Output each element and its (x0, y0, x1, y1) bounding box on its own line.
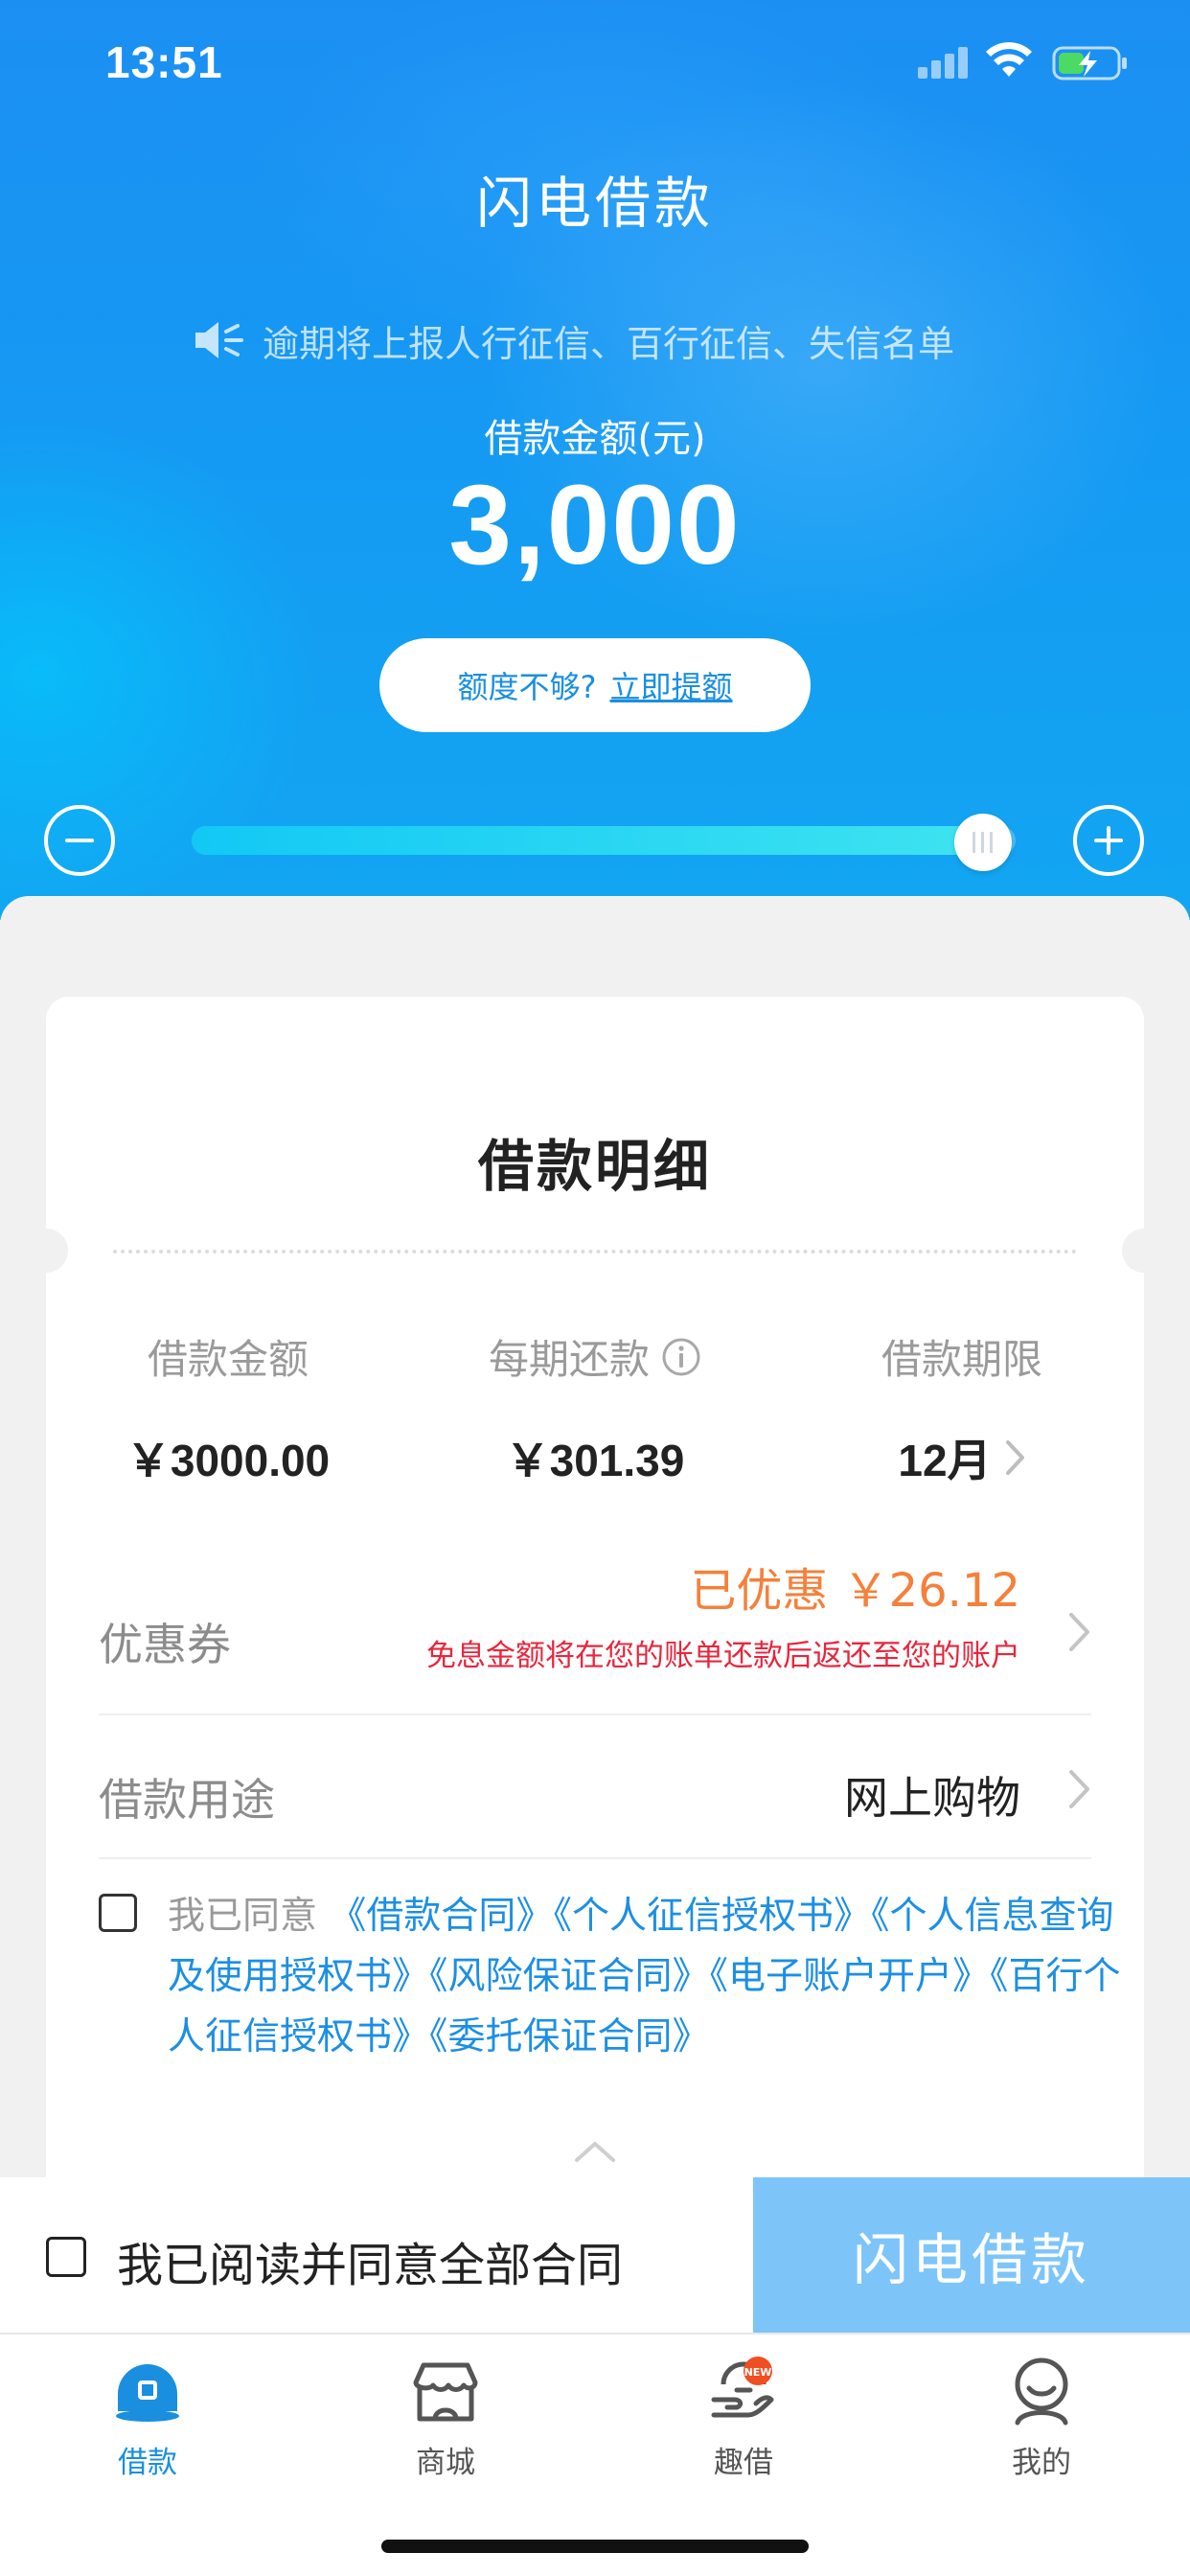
info-icon[interactable] (661, 1337, 701, 1377)
chevron-right-icon (1069, 1613, 1089, 1651)
dotted-divider (113, 1250, 1077, 1254)
ticket-notch-right (1122, 1229, 1166, 1273)
stat-installment: 每期还款 ￥301.39 (432, 1327, 758, 1489)
increase-amount-button[interactable] (1073, 805, 1144, 876)
stat-label: 借款期限 (881, 1336, 1042, 1383)
fun-borrow-icon: NEW (711, 2357, 774, 2418)
coupon-amount: 已优惠 ￥26.12 (690, 1564, 1020, 1618)
status-bar: 13:51 (0, 0, 1190, 126)
contract-link[interactable]: 《借款合同》 (329, 1895, 553, 1938)
contract-link[interactable]: 《风险保证合同》 (429, 1955, 710, 1998)
stat-label: 借款金额 (147, 1336, 309, 1383)
stat-value: ￥301.39 (505, 1436, 685, 1485)
slider-fill (192, 826, 983, 855)
amount-slider[interactable] (192, 826, 1016, 855)
wifi-icon (986, 42, 1032, 77)
tab-label: 我的 (1012, 2446, 1071, 2480)
coupon-note: 免息金额将在您的账单还款后返还至您的账户 (426, 1639, 1020, 1673)
profile-icon (1015, 2358, 1068, 2426)
agreement-checkbox[interactable] (99, 1894, 137, 1932)
contract-link[interactable]: 《委托保证合同》 (429, 2015, 710, 2058)
tab-profile[interactable]: 我的 (946, 2356, 1137, 2490)
tab-label: 商城 (416, 2446, 475, 2480)
tab-store[interactable]: 商城 (350, 2356, 541, 2490)
stat-term[interactable]: 借款期限 12月 (799, 1327, 1125, 1489)
ticket-notch-left (24, 1229, 68, 1273)
slider-thumb[interactable] (953, 814, 1012, 871)
stat-label: 每期还款 (488, 1336, 650, 1383)
speaker-icon (195, 322, 243, 358)
agreement-text: 我已同意 《借款合同》《个人征信授权书》《个人信息查询及使用授权书》《风险保证合… (168, 1886, 1126, 2067)
amount-label: 借款金额(元) (484, 417, 706, 461)
raise-quota-link[interactable]: 立即提额 (609, 663, 732, 707)
purpose-value: 网上购物 (844, 1772, 1020, 1824)
agreement-prefix: 我已同意 (168, 1895, 318, 1938)
notice-text: 逾期将上报人行征信、百行征信、失信名单 (263, 322, 955, 365)
quota-prefix: 额度不够? (457, 669, 597, 705)
new-badge: NEW (744, 2366, 772, 2379)
loan-icon (116, 2364, 179, 2422)
stat-loan-amount: 借款金额 ￥3000.00 (65, 1327, 391, 1489)
chevron-right-icon (1069, 1770, 1089, 1808)
purpose-row[interactable]: 借款用途 网上购物 (99, 1717, 1091, 1859)
purpose-label: 借款用途 (99, 1774, 275, 1826)
tab-loan[interactable]: 借款 (52, 2356, 243, 2490)
signal-icon (918, 47, 968, 79)
coupon-label: 优惠券 (99, 1619, 231, 1670)
overdue-notice: 逾期将上报人行征信、百行征信、失信名单 (192, 316, 955, 365)
chevron-right-icon (1005, 1440, 1024, 1475)
raise-quota-button[interactable]: 额度不够? 立即提额 (379, 638, 811, 732)
agree-all-label[interactable]: 我已阅读并同意全部合同 (117, 2227, 623, 2294)
home-indicator (381, 2540, 809, 2553)
page-title: 闪电借款 (475, 171, 714, 236)
chevron-up-icon[interactable] (571, 2137, 619, 2166)
submit-loan-button[interactable]: 闪电借款 (753, 2177, 1190, 2333)
loan-detail-card: 借款明细 借款金额 ￥3000.00 每期还款 ￥301.39 借款期限 12月… (24, 997, 1166, 2185)
amount-value: 3,000 (448, 462, 742, 588)
stat-value: ￥3000.00 (126, 1436, 331, 1485)
card-title: 借款明细 (477, 1134, 712, 1199)
contract-link[interactable]: 《个人征信授权书》 (553, 1895, 871, 1938)
store-icon (413, 2362, 478, 2422)
hero-section: 13:51 闪电借款 逾期将上报人行征信、百行征信、失信名单 借款金额(元) 3… (0, 0, 1190, 920)
coupon-row[interactable]: 优惠券 已优惠 ￥26.12 免息金额将在您的账单还款后返还至您的账户 (99, 1552, 1091, 1715)
decrease-amount-button[interactable] (44, 805, 115, 876)
tab-fun-borrow[interactable]: NEW 趣借 (648, 2356, 839, 2490)
status-time: 13:51 (105, 37, 223, 87)
tab-label: 借款 (118, 2446, 177, 2480)
battery-charging-icon (1052, 46, 1127, 80)
tab-label: 趣借 (714, 2446, 773, 2480)
bottom-action-bar: 我已阅读并同意全部合同 闪电借款 (0, 2177, 1190, 2333)
stat-value: 12月 (898, 1436, 992, 1485)
contract-link[interactable]: 《电子账户开户》 (710, 1955, 991, 1998)
amount-slider-row (0, 805, 1190, 876)
agree-all-checkbox[interactable] (46, 2237, 86, 2277)
